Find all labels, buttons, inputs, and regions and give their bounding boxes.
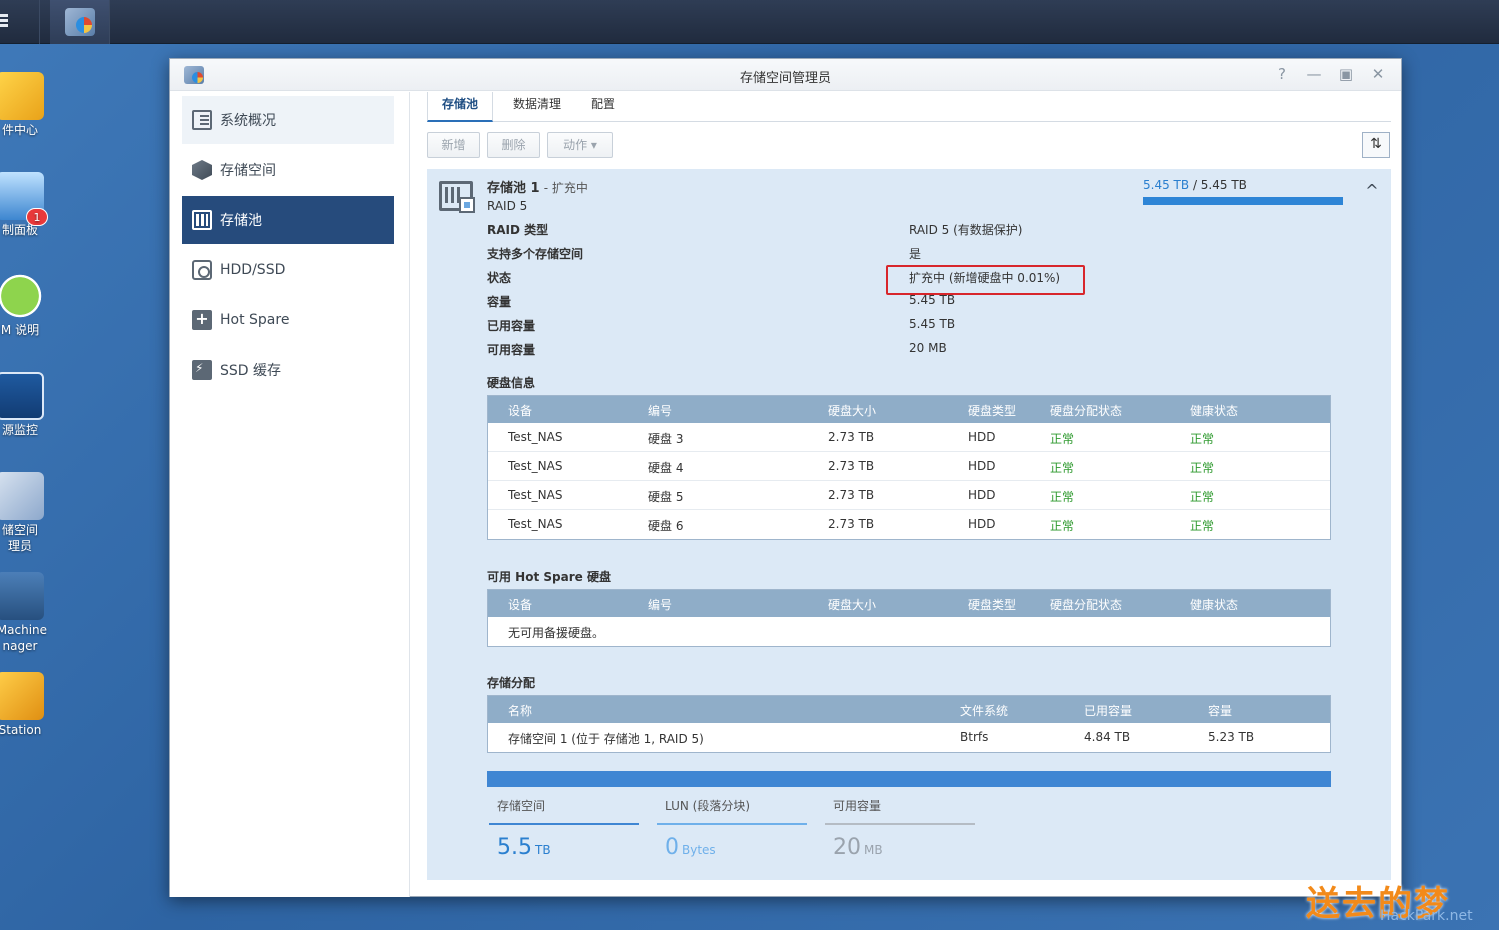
sidebar-item-hot-spare[interactable]: Hot Spare [182,296,394,344]
tab-settings[interactable]: 配置 [579,92,627,122]
hot-spare-header: 设备 编号 硬盘大小 硬盘类型 硬盘分配状态 健康状态 [488,590,1330,617]
stat-available: 可用容量 20 MB [825,787,975,867]
allocation-bar [487,771,1331,787]
disk-info-table: 设备 编号 硬盘大小 硬盘类型 硬盘分配状态 健康状态 Test_NAS 硬盘 … [487,395,1331,540]
disk-info-title: 硬盘信息 [487,376,536,390]
virtual-machine-icon [0,572,44,620]
help-icon [0,272,44,320]
stat-available-line [825,823,975,825]
disk-info-header: 设备 编号 硬盘大小 硬盘类型 硬盘分配状态 健康状态 [488,396,1330,423]
file-station-icon [0,672,44,720]
volume-icon [192,160,212,180]
sidebar-item-overview[interactable]: 系统概况 [182,96,394,144]
watermark-logo: 送去的梦 HackPark.net [1306,884,1473,924]
sidebar: 系统概况 存储空间 存储池 HDD/SSD Hot Spare SSD 缓存 [170,92,410,897]
allocation-table: 名称 文件系统 已用容量 容量 存储空间 1 (位于 存储池 1, RAID 5… [487,695,1331,753]
table-row[interactable]: Test_NAS 硬盘 4 2.73 TB HDD 正常 正常 [488,452,1330,481]
hot-spare-table: 设备 编号 硬盘大小 硬盘类型 硬盘分配状态 健康状态 无可用备援硬盘。 [487,589,1331,647]
add-button[interactable]: 新增 [427,132,480,158]
table-row[interactable]: 存储空间 1 (位于 存储池 1, RAID 5) Btrfs 4.84 TB … [488,723,1330,752]
sidebar-item-storage-pool[interactable]: 存储池 [182,196,394,244]
collapse-chevron-up-icon[interactable]: ^ [1364,183,1380,199]
help-button[interactable]: ? [1273,65,1291,83]
tab-bar: 存储池 数据清理 配置 [427,92,1391,122]
desktop-icon-storage-manager[interactable]: 储空间 理员 [0,472,58,554]
prop-available-capacity: 可用容量 20 MB [487,341,947,357]
pool-title: 存储池 1 - 扩充中 [487,181,588,196]
sidebar-item-volume[interactable]: 存储空间 [182,146,394,194]
window-titlebar[interactable]: 存储空间管理员 ? — ▣ ✕ [170,59,1401,91]
tab-storage-pool[interactable]: 存储池 [427,92,493,122]
allocation-title: 存储分配 [487,676,536,690]
prop-multiple-volumes: 支持多个存储空间是 [487,247,922,261]
prop-raid-type: RAID 类型 RAID 5 (有数据保护) [487,223,1023,237]
desktop-icon-resource-monitor[interactable]: 源监控 [0,372,58,438]
stat-lun: LUN (段落分块) 0 Bytes [657,787,807,867]
table-row[interactable]: Test_NAS 硬盘 3 2.73 TB HDD 正常 正常 [488,423,1330,452]
control-panel-icon: 1 [0,172,48,226]
desktop-icon-package-center[interactable]: 件中心 [0,72,58,138]
minimize-button[interactable]: — [1305,65,1323,83]
table-row[interactable]: Test_NAS 硬盘 6 2.73 TB HDD 正常 正常 [488,510,1330,539]
storage-manager-icon [0,472,44,520]
overview-icon [192,110,212,130]
maximize-button[interactable]: ▣ [1337,65,1355,83]
sidebar-item-hdd-ssd[interactable]: HDD/SSD [182,246,394,294]
storage-pool-icon [439,181,475,213]
ssd-cache-icon [192,360,212,380]
tab-data-scrubbing[interactable]: 数据清理 [503,92,571,122]
sort-icon[interactable]: ⇅ [1362,132,1390,158]
pool-usage-text: 5.45 TB / 5.45 TB [1143,178,1247,192]
taskbar-storage-manager-button[interactable] [50,0,110,44]
stat-lun-line [657,823,807,825]
desktop-icon-virtual-machine-manager[interactable]: Machine nager [0,572,58,654]
hot-spare-icon [192,309,212,330]
close-button[interactable]: ✕ [1369,65,1387,83]
action-dropdown-button[interactable]: 动作 ▾ [547,132,613,158]
storage-manager-icon [65,8,95,36]
delete-button[interactable]: 删除 [487,132,540,158]
desktop-icon-help[interactable]: M 说明 [0,272,58,338]
prop-capacity: 容量 5.45 TB [487,293,956,309]
table-row[interactable]: Test_NAS 硬盘 5 2.73 TB HDD 正常 正常 [488,481,1330,510]
main-content: 存储池 数据清理 配置 新增 删除 动作 ▾ ⇅ 存储池 1 - 扩充中 RAI… [411,92,1402,897]
window-title: 存储空间管理员 [739,71,831,86]
notification-badge: 1 [26,208,48,226]
package-center-icon [0,72,44,120]
hot-spare-title: 可用 Hot Spare 硬盘 [487,570,611,584]
empty-row: 无可用备援硬盘。 [508,626,605,640]
stat-volume-line [489,823,639,825]
resource-monitor-icon [0,372,44,420]
sidebar-item-ssd-cache[interactable]: SSD 缓存 [182,346,394,394]
main-menu-button[interactable] [0,0,40,44]
pool-usage-bar [1143,197,1343,205]
desktop-icon-file-station[interactable]: Station [0,672,58,738]
taskbar [0,0,1499,44]
storage-pool-panel: 存储池 1 - 扩充中 RAID 5 5.45 TB / 5.45 TB ^ R… [427,169,1391,880]
desktop-icon-control-panel[interactable]: 1 制面板 [0,172,58,238]
storage-pool-icon [192,210,212,230]
pool-raid-label: RAID 5 [487,199,528,213]
storage-manager-window: 存储空间管理员 ? — ▣ ✕ 系统概况 存储空间 存储池 HDD/SSD Ho… [169,58,1402,897]
hdd-icon [192,260,212,280]
prop-used-capacity: 已用容量 5.45 TB [487,317,956,333]
allocation-header: 名称 文件系统 已用容量 容量 [488,696,1330,723]
menu-icon [0,14,8,28]
stat-volume: 存储空间 5.5 TB [489,787,639,867]
